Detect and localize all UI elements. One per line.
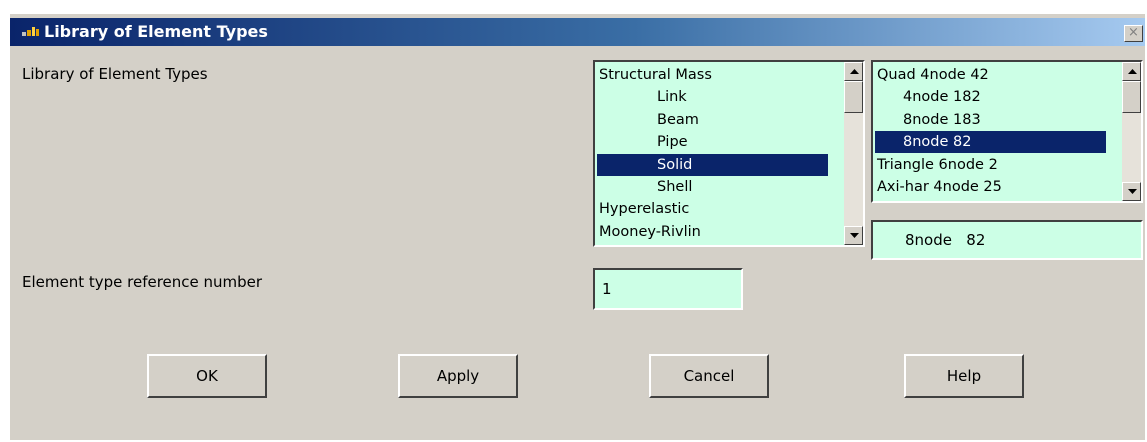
ref-number-input[interactable] <box>593 268 743 310</box>
list-item[interactable]: 4node 182 <box>875 86 1106 108</box>
scroll-thumb[interactable] <box>844 81 863 113</box>
list-item[interactable]: 8node 183 <box>875 109 1106 131</box>
list-item[interactable]: Hyperelastic <box>597 198 828 220</box>
list-item[interactable]: Beam <box>597 109 828 131</box>
ref-number-label: Element type reference number <box>22 273 263 291</box>
app-icon <box>22 27 40 39</box>
list-item[interactable]: Quad 4node 42 <box>875 64 1106 86</box>
element-type-listbox[interactable]: Quad 4node 42 4node 182 8node 183 8node 82 T… <box>871 60 1143 203</box>
category-listbox[interactable]: Structural Mass Link Beam Pipe Solid Shell Hyp… <box>593 60 865 247</box>
ok-button[interactable]: OK <box>147 354 267 398</box>
help-button[interactable]: Help <box>904 354 1024 398</box>
apply-button[interactable]: Apply <box>398 354 518 398</box>
list-item[interactable]: Pipe <box>597 131 828 153</box>
list-item[interactable]: Axi-har 4node 25 <box>875 176 1106 198</box>
cancel-button[interactable]: Cancel <box>649 354 769 398</box>
list-item[interactable]: Link <box>597 86 828 108</box>
library-label: Library of Element Types <box>22 65 208 83</box>
type-scrollbar[interactable] <box>1122 62 1141 201</box>
close-icon[interactable]: × <box>1124 25 1143 42</box>
scroll-up-arrow-icon[interactable] <box>1122 62 1141 81</box>
scroll-down-arrow-icon[interactable] <box>844 226 863 245</box>
title-bar[interactable]: Library of Element Types × <box>10 18 1145 46</box>
element-types-dialog: Library of Element Types × Library of El… <box>10 14 1145 440</box>
list-item[interactable]: Shell <box>597 176 828 198</box>
list-item[interactable]: 8node 82 <box>875 131 1106 154</box>
scroll-thumb[interactable] <box>1122 81 1141 113</box>
list-item[interactable]: Mooney-Rivlin <box>597 221 828 243</box>
scroll-up-arrow-icon[interactable] <box>844 62 863 81</box>
window-title: Library of Element Types <box>44 22 268 41</box>
list-item[interactable]: Solid <box>597 153 828 176</box>
list-item[interactable]: Structural Mass <box>597 64 828 86</box>
list-item[interactable]: Triangle 6node 2 <box>875 154 1106 176</box>
scroll-down-arrow-icon[interactable] <box>1122 182 1141 201</box>
category-scrollbar[interactable] <box>844 62 863 245</box>
selected-type-field[interactable] <box>871 220 1143 260</box>
